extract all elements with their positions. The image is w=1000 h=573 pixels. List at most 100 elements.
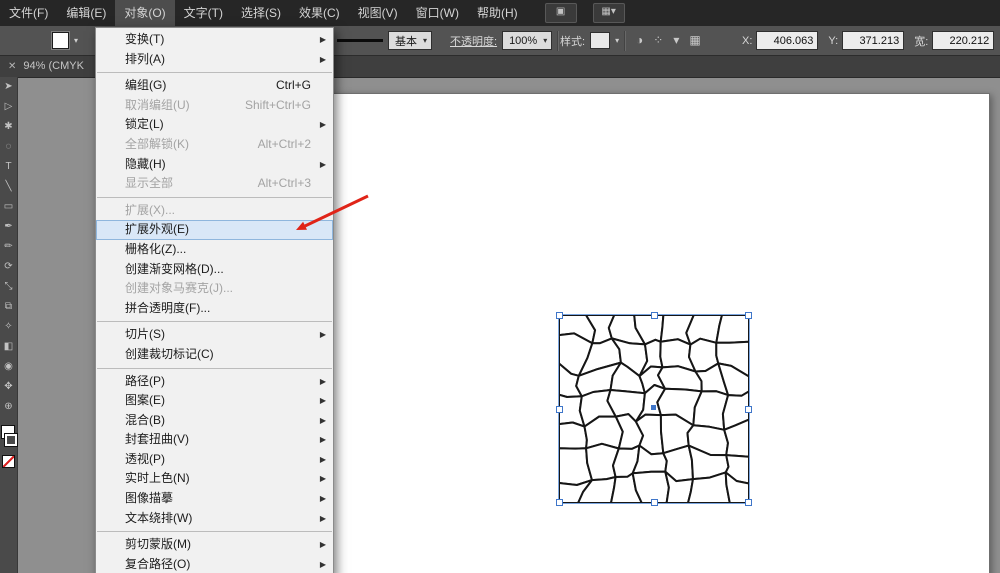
gradient-tool[interactable]: ◧	[0, 337, 17, 357]
menu-item-扩展外观(E)[interactable]: 扩展外观(E)	[96, 220, 333, 240]
menu-item-混合(B)[interactable]: 混合(B)▶	[96, 411, 333, 431]
menu-item-封套扭曲(V)[interactable]: 封套扭曲(V)▶	[96, 430, 333, 450]
menubar-item-视图(V)[interactable]: 视图(V)	[349, 0, 407, 26]
blend-tool[interactable]: ◉	[0, 357, 17, 377]
fill-swatch-caret-icon[interactable]: ▾	[74, 37, 78, 45]
opacity-link[interactable]: 不透明度:	[450, 33, 497, 49]
menu-item-全部解锁(K): 全部解锁(K)Alt+Ctrl+2	[96, 135, 333, 155]
menu-item-label: 编组(G)	[125, 76, 166, 96]
transform-fields-group: X: 406.063 Y: 371.213 宽: 220.212	[742, 26, 994, 55]
menu-item-图像描摹[interactable]: 图像描摹▶	[96, 489, 333, 509]
menu-item-拼合透明度(F)...[interactable]: 拼合透明度(F)...	[96, 299, 333, 319]
magic-wand-tool[interactable]: ✱	[0, 117, 17, 137]
hand-tool[interactable]: ✥	[0, 377, 17, 397]
lasso-tool[interactable]: ◌	[0, 137, 17, 157]
controlbar-icons: ◑ ⁘ ▾ ▦	[636, 26, 701, 55]
menubar-item-编辑(E)[interactable]: 编辑(E)	[57, 0, 115, 26]
close-tab-icon[interactable]: ✕	[8, 61, 16, 72]
bridge-icon[interactable]: ▣	[545, 3, 577, 23]
style-caret-icon[interactable]: ▾	[615, 37, 619, 45]
stroke-color-indicator[interactable]	[4, 433, 18, 447]
selection-handle[interactable]	[745, 406, 752, 413]
eyedropper-tool[interactable]: ✧	[0, 317, 17, 337]
menubar-item-选择(S)[interactable]: 选择(S)	[232, 0, 290, 26]
direct-selection-tool[interactable]: ▷	[0, 97, 17, 117]
menu-item-label: 排列(A)	[125, 50, 165, 70]
menu-item-扩展(X)...: 扩展(X)...	[96, 201, 333, 221]
selection-handle[interactable]	[745, 312, 752, 319]
menu-item-复合路径(O)[interactable]: 复合路径(O)▶	[96, 555, 333, 573]
menu-item-切片(S)[interactable]: 切片(S)▶	[96, 325, 333, 345]
document-tab-title[interactable]: 94% (CMYK	[23, 60, 84, 72]
menu-item-创建渐变网格(D)...[interactable]: 创建渐变网格(D)...	[96, 260, 333, 280]
menubar-item-效果(C)[interactable]: 效果(C)	[290, 0, 349, 26]
selection-handle[interactable]	[651, 312, 658, 319]
pencil-tool[interactable]: ✏	[0, 237, 17, 257]
rotate-tool[interactable]: ⟳	[0, 257, 17, 277]
selection-handle[interactable]	[745, 499, 752, 506]
brush-definition-select[interactable]: 基本 ▾	[388, 31, 432, 50]
submenu-arrow-icon: ▶	[320, 391, 326, 411]
selection-handle[interactable]	[556, 312, 563, 319]
color-controls	[0, 425, 17, 485]
style-swatch[interactable]	[590, 32, 610, 49]
menu-item-栅格化(Z)...[interactable]: 栅格化(Z)...	[96, 240, 333, 260]
x-field[interactable]: 406.063	[756, 31, 818, 50]
submenu-arrow-icon: ▶	[320, 411, 326, 431]
paintbrush-tool[interactable]: ✒	[0, 217, 17, 237]
style-group: 样式: ▾	[560, 26, 626, 55]
menu-item-排列(A)[interactable]: 排列(A)▶	[96, 50, 333, 70]
type-tool[interactable]: T	[0, 157, 17, 177]
menubar-item-窗口(W)[interactable]: 窗口(W)	[407, 0, 468, 26]
line-segment-tool[interactable]: ╲	[0, 177, 17, 197]
recolor-artwork-icon[interactable]: ◑	[636, 26, 643, 55]
center-anchor-point[interactable]	[651, 405, 656, 410]
selection-tool[interactable]: ➤	[0, 77, 17, 97]
scale-tool[interactable]: ⤡	[0, 277, 17, 297]
menu-item-变换(T)[interactable]: 变换(T)▶	[96, 30, 333, 50]
none-color-icon[interactable]	[2, 455, 15, 468]
free-transform-tool[interactable]: ⧉	[0, 297, 17, 317]
menu-item-透视(P)[interactable]: 透视(P)▶	[96, 450, 333, 470]
width-field[interactable]: 220.212	[932, 31, 994, 50]
selected-object[interactable]	[558, 314, 750, 504]
zoom-tool[interactable]: ⊕	[0, 397, 17, 417]
submenu-arrow-icon: ▶	[320, 372, 326, 392]
selection-handle[interactable]	[556, 406, 563, 413]
opacity-value: 100%	[509, 35, 537, 47]
menubar-item-帮助(H)[interactable]: 帮助(H)	[468, 0, 527, 26]
menu-item-图案(E)[interactable]: 图案(E)▶	[96, 391, 333, 411]
submenu-arrow-icon: ▶	[320, 489, 326, 509]
menubar-item-文字(T)[interactable]: 文字(T)	[175, 0, 232, 26]
menu-item-文本绕排(W)[interactable]: 文本绕排(W)▶	[96, 509, 333, 529]
menu-separator	[97, 72, 332, 73]
menu-item-路径(P)[interactable]: 路径(P)▶	[96, 372, 333, 392]
menu-item-实时上色(N)[interactable]: 实时上色(N)▶	[96, 469, 333, 489]
menu-item-剪切蒙版(M)[interactable]: 剪切蒙版(M)▶	[96, 535, 333, 555]
menubar-item-文件(F)[interactable]: 文件(F)	[0, 0, 57, 26]
menu-item-编组(G)[interactable]: 编组(G)Ctrl+G	[96, 76, 333, 96]
menu-item-shortcut: Alt+Ctrl+2	[258, 135, 311, 155]
transform-panel-icon[interactable]: ▦	[689, 26, 700, 55]
menu-item-label: 创建裁切标记(C)	[125, 345, 214, 365]
align-caret-icon[interactable]: ▾	[673, 26, 679, 55]
menu-item-label: 封套扭曲(V)	[125, 430, 189, 450]
y-field[interactable]: 371.213	[842, 31, 904, 50]
opacity-select[interactable]: 100% ▾	[502, 31, 552, 50]
caret-down-icon: ▾	[543, 36, 547, 45]
selection-handle[interactable]	[651, 499, 658, 506]
object-menu: 变换(T)▶排列(A)▶编组(G)Ctrl+G取消编组(U)Shift+Ctrl…	[95, 27, 334, 573]
rectangle-tool[interactable]: ▭	[0, 197, 17, 217]
menubar-item-对象(O)[interactable]: 对象(O)	[115, 0, 174, 26]
fill-color-swatch[interactable]	[52, 32, 69, 49]
menu-item-锁定(L)[interactable]: 锁定(L)▶	[96, 115, 333, 135]
stroke-profile-preview[interactable]	[337, 39, 383, 42]
submenu-arrow-icon: ▶	[320, 325, 326, 345]
caret-down-icon: ▾	[423, 36, 427, 45]
menu-item-隐藏(H)[interactable]: 隐藏(H)▶	[96, 155, 333, 175]
selection-handle[interactable]	[556, 499, 563, 506]
workspace-switcher-icon[interactable]: ▦▾	[593, 3, 625, 23]
align-icon[interactable]: ⁘	[653, 26, 663, 55]
menu-item-创建裁切标记(C)[interactable]: 创建裁切标记(C)	[96, 345, 333, 365]
menubar: 文件(F)编辑(E)对象(O)文字(T)选择(S)效果(C)视图(V)窗口(W)…	[0, 0, 1000, 26]
